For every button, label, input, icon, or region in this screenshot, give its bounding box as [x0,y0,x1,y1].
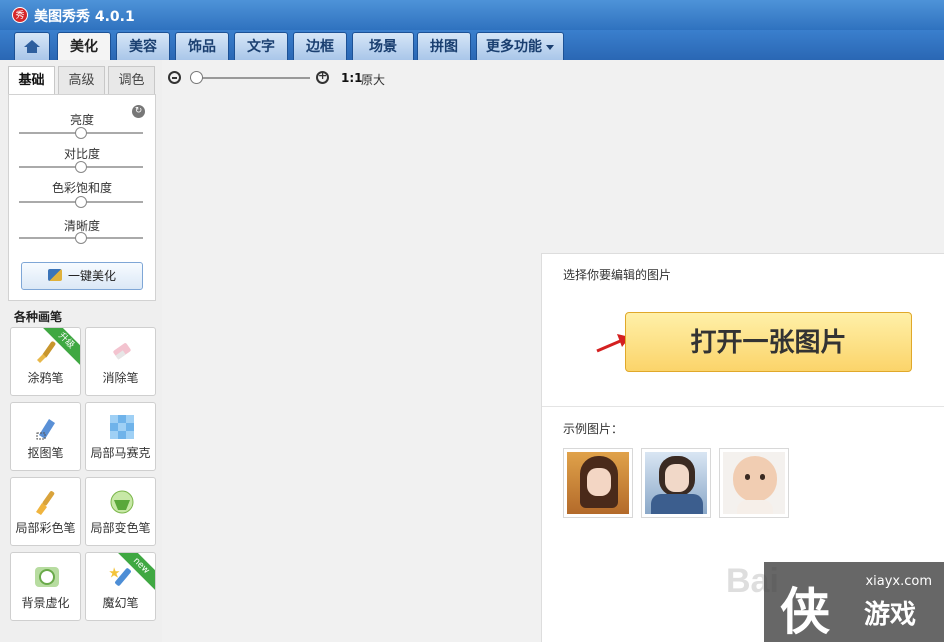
open-image-button[interactable]: 打开一张图片 [625,312,912,372]
adjustment-panel: ↻ 亮度 对比度 色彩饱和度 清晰度 一键美化 [8,94,156,301]
brush-section-heading: 各种画笔 [14,310,63,324]
sample-image-2[interactable] [641,448,711,518]
brightness-label: 亮度 [69,113,94,127]
tab-home[interactable] [14,32,50,60]
sample-image-1[interactable] [563,448,633,518]
sub-tab-bar: 基础 高级 调色 [8,64,156,96]
sample-image-3[interactable] [719,448,789,518]
color-change-icon [110,490,134,514]
title-bar: 秀 美图秀秀 4.0.1 [0,0,944,30]
chevron-down-icon [546,44,554,50]
tool-label: 局部马赛克 [90,446,151,460]
app-logo-icon: 秀 [12,7,28,23]
tool-cutout-pen[interactable]: 抠图笔 [10,402,81,471]
site-domain: xiayx.com [865,574,932,589]
sample-photo-1 [567,452,629,514]
saturation-slider-thumb[interactable] [75,196,87,208]
app-title: 美图秀秀 4.0.1 [34,9,135,25]
tool-color-brush[interactable]: 局部彩色笔 [10,477,81,546]
divider [542,406,944,407]
tab-scene[interactable]: 场景 [352,32,414,60]
subtab-advanced[interactable]: 高级 [58,66,105,96]
eraser-icon [113,343,131,360]
sample-images-label: 示例图片： [563,422,624,436]
tab-more-features[interactable]: 更多功能 [476,32,564,60]
color-brush-icon [36,491,55,515]
tool-label: 抠图笔 [27,446,64,460]
tab-collage[interactable]: 拼图 [417,32,471,60]
site-watermark: 侠 xiayx.com 游戏 [764,562,944,642]
subtab-basic[interactable]: 基础 [8,66,55,96]
sample-photo-2 [645,452,707,514]
tool-color-change-pen[interactable]: 局部变色笔 [85,477,156,546]
tab-beautify[interactable]: 美化 [57,32,111,60]
saturation-label: 色彩饱和度 [51,181,112,195]
tool-eraser-pen[interactable]: 消除笔 [85,327,156,396]
tab-text[interactable]: 文字 [234,32,288,60]
mosaic-icon [110,415,134,439]
sharpness-slider[interactable] [19,232,143,244]
tool-background-blur[interactable]: 背景虚化 [10,552,81,621]
zoom-slider[interactable] [190,71,310,84]
tool-label: 涂鸦笔 [27,371,64,385]
subtab-color[interactable]: 调色 [108,66,155,96]
sample-photo-3 [723,452,785,514]
tab-border[interactable]: 边框 [293,32,347,60]
tool-label: 局部彩色笔 [15,521,76,535]
blur-icon [35,567,59,587]
brightness-slider[interactable] [19,127,143,139]
zoom-in-icon[interactable] [316,69,329,84]
home-icon [24,40,40,54]
tool-label: 魔幻笔 [102,596,139,610]
left-panel: 基础 高级 调色 ↻ 亮度 对比度 色彩饱和度 清晰度 一键美化 各种画笔 升级… [0,60,162,642]
tool-label: 局部变色笔 [90,521,151,535]
contrast-slider[interactable] [19,161,143,173]
tab-cosmetic[interactable]: 美容 [116,32,170,60]
cutout-pen-icon [36,419,55,440]
site-brand: 游戏 [864,600,917,630]
tool-label: 背景虚化 [21,596,70,610]
select-image-title: 选择你要编辑的图片 [563,268,672,282]
tool-mosaic[interactable]: 局部马赛克 [85,402,156,471]
tool-magic-pen[interactable]: new 魔幻笔 [85,552,156,621]
contrast-label: 对比度 [63,147,100,161]
one-click-beautify-button[interactable]: 一键美化 [21,262,143,290]
original-size-label: 原大 [361,73,386,87]
site-logo-icon: 侠 [780,583,830,641]
tool-doodle-pen[interactable]: 升级 涂鸦笔 [10,327,81,396]
actual-size-button[interactable]: 1:1 [341,71,363,85]
tab-accessories[interactable]: 饰品 [175,32,229,60]
main-tab-bar: 美化 美容 饰品 文字 边框 场景 拼图 更多功能 [0,30,944,60]
zoom-out-icon[interactable] [168,71,181,84]
brightness-slider-thumb[interactable] [75,127,87,139]
contrast-slider-thumb[interactable] [75,161,87,173]
sharpness-slider-thumb[interactable] [75,232,87,244]
saturation-slider[interactable] [19,196,143,208]
zoom-slider-thumb[interactable] [190,71,203,84]
tool-label: 消除笔 [102,371,139,385]
magic-wand-icon [47,269,62,281]
